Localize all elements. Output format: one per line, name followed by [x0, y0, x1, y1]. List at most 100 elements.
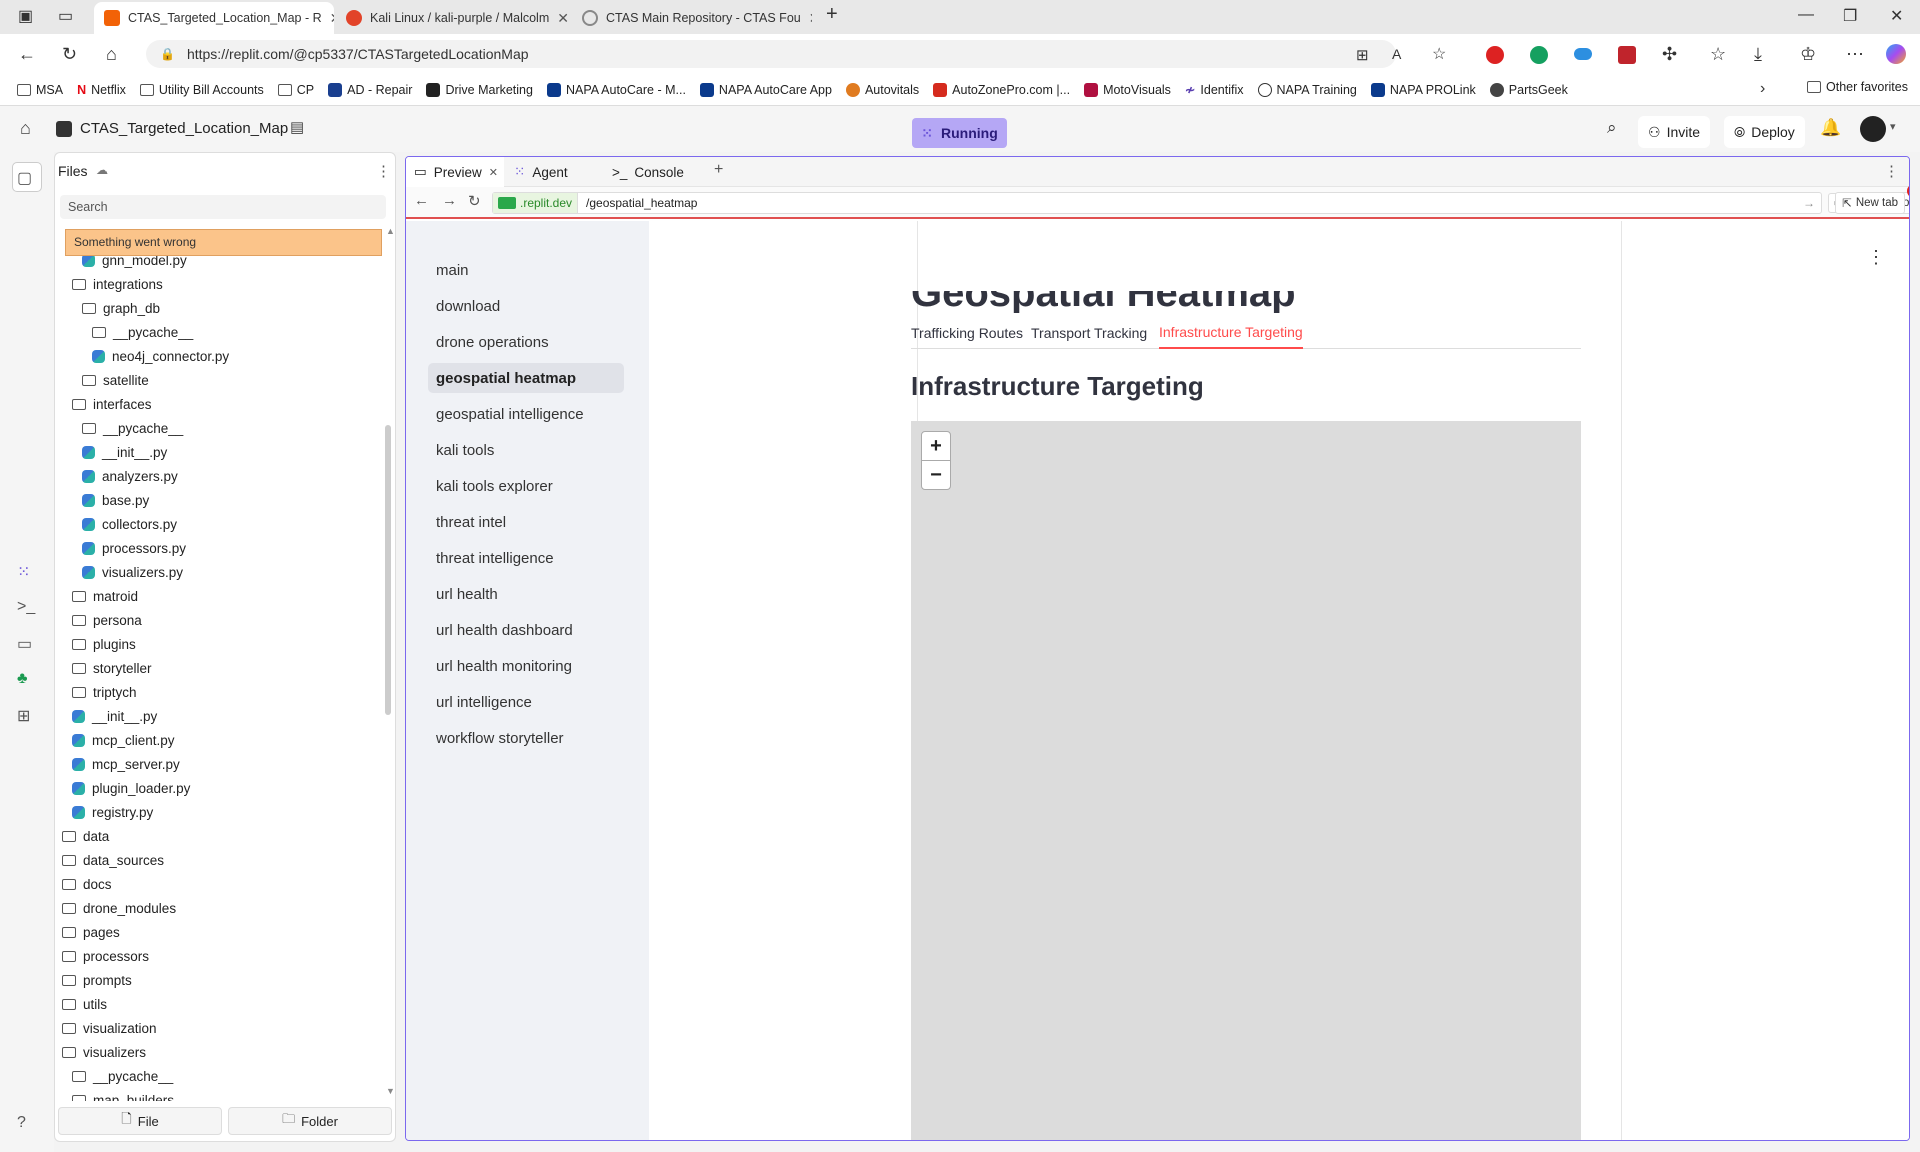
folder-item[interactable]: visualizers	[62, 1040, 146, 1064]
files-menu-icon[interactable]: ⋮	[376, 162, 391, 180]
folder-item[interactable]: pages	[62, 920, 120, 944]
nav-item[interactable]: url intelligence	[428, 687, 624, 717]
browser-tab-2[interactable]: CTAS Main Repository - CTAS Fou ✕	[572, 2, 812, 34]
bookmark-item[interactable]: NAPA AutoCare App	[693, 82, 839, 97]
pane-menu-icon[interactable]: ⋮	[1884, 162, 1899, 180]
nav-item[interactable]: url health dashboard	[428, 615, 624, 645]
nav-item[interactable]: threat intel	[428, 507, 624, 537]
folder-item[interactable]: visualization	[62, 1016, 157, 1040]
folder-item[interactable]: utils	[62, 992, 107, 1016]
favorite-star-icon[interactable]: ☆	[1432, 44, 1446, 64]
preview-icon[interactable]: ▭	[17, 634, 32, 654]
refresh-icon[interactable]: ↻	[62, 44, 77, 65]
folder-item[interactable]: processors	[62, 944, 149, 968]
more-icon[interactable]: ⋯	[1846, 44, 1864, 65]
file-item[interactable]: __init__.py	[82, 440, 167, 464]
agent-icon[interactable]: ⁙	[17, 562, 30, 582]
chevron-right-icon[interactable]: ›	[1760, 80, 1765, 98]
close-icon[interactable]: ✕	[330, 10, 334, 27]
bookmark-item[interactable]: NAPA Training	[1251, 82, 1364, 97]
all-tools-icon[interactable]: ⊞	[17, 706, 30, 726]
scroll-up-icon[interactable]: ▲	[386, 226, 395, 236]
nav-item[interactable]: url health	[428, 579, 624, 609]
chevron-down-icon[interactable]: ▾	[1890, 120, 1896, 133]
folder-item[interactable]: matroid	[72, 584, 138, 608]
nav-item[interactable]: threat intelligence	[428, 543, 624, 573]
back-icon[interactable]: ←	[414, 192, 429, 209]
downloads-icon[interactable]: ⤓	[1754, 44, 1762, 65]
file-item[interactable]: visualizers.py	[82, 560, 183, 584]
tab-agent[interactable]: ⁙ Agent	[506, 157, 602, 187]
new-folder-button[interactable]: 🗀 Folder	[228, 1107, 392, 1135]
content-tab[interactable]: Transport Tracking	[1031, 317, 1147, 349]
folder-item[interactable]: data_sources	[62, 848, 164, 872]
close-icon[interactable]: ✕	[809, 10, 812, 27]
folder-item[interactable]: __pycache__	[82, 416, 183, 440]
new-file-button[interactable]: 🗋 File	[58, 1107, 222, 1135]
other-favorites[interactable]: Other favorites	[1800, 80, 1915, 94]
folder-item[interactable]: docs	[62, 872, 112, 896]
forward-icon[interactable]: →	[442, 192, 457, 209]
favorites-icon[interactable]: ☆	[1710, 44, 1726, 65]
file-item[interactable]: registry.py	[72, 800, 153, 824]
map-container[interactable]: + −	[911, 421, 1581, 1140]
new-tab-button[interactable]: ⇱ New tab	[1835, 192, 1905, 214]
file-item[interactable]: processors.py	[82, 536, 186, 560]
folder-item[interactable]: interfaces	[72, 392, 152, 416]
console-icon[interactable]: >_	[17, 598, 35, 616]
go-icon[interactable]: →	[1803, 196, 1815, 210]
search-input[interactable]: Search	[60, 195, 386, 219]
folder-item[interactable]: satellite	[82, 368, 149, 392]
nav-item[interactable]: main	[428, 255, 624, 285]
preview-url-field[interactable]: .replit.dev /geospatial_heatmap →	[492, 192, 1822, 214]
bell-icon[interactable]: 🔔	[1820, 118, 1841, 138]
restore-icon[interactable]: ❐	[1843, 6, 1857, 26]
file-item[interactable]: base.py	[82, 488, 149, 512]
project-info-icon[interactable]: ▤	[290, 118, 304, 136]
folder-item[interactable]: prompts	[62, 968, 132, 992]
profile-icon[interactable]: ♔	[1800, 44, 1816, 65]
file-item[interactable]: __init__.py	[72, 704, 157, 728]
bookmark-item[interactable]: Drive Marketing	[419, 82, 540, 97]
grammarly-icon[interactable]	[1530, 46, 1548, 64]
search-icon[interactable]: ⌕	[1607, 118, 1617, 138]
bookmark-item[interactable]: NAPA PROLink	[1364, 82, 1483, 97]
refresh-icon[interactable]: ↻	[468, 192, 481, 210]
zoom-in-button[interactable]: +	[921, 431, 951, 461]
bookmark-item[interactable]: AD - Repair	[321, 82, 419, 97]
app-menu-icon[interactable]: ⋮	[1867, 247, 1885, 268]
close-icon[interactable]: ✕	[489, 166, 498, 179]
help-icon[interactable]: ?	[17, 1114, 26, 1132]
file-item[interactable]: neo4j_connector.py	[92, 344, 229, 368]
folder-item[interactable]: graph_db	[82, 296, 160, 320]
back-icon[interactable]: ←	[18, 44, 36, 65]
zoom-out-button[interactable]: −	[921, 460, 951, 490]
tab-console[interactable]: >_ Console	[604, 157, 700, 187]
close-window-icon[interactable]: ✕	[1890, 6, 1903, 26]
bookmark-item[interactable]: N Netflix	[70, 83, 133, 97]
folder-item[interactable]: plugins	[72, 632, 136, 656]
nav-item[interactable]: geospatial heatmap	[428, 363, 624, 393]
adblock-icon[interactable]	[1486, 46, 1504, 64]
nav-item[interactable]: url health monitoring	[428, 651, 624, 681]
folder-item[interactable]: storyteller	[72, 656, 152, 680]
folder-item[interactable]: __pycache__	[72, 1064, 173, 1088]
folder-item[interactable]: triptych	[72, 680, 137, 704]
file-item[interactable]: plugin_loader.py	[72, 776, 190, 800]
folder-item[interactable]: map_builders	[72, 1088, 174, 1101]
tab-actions-icon[interactable]: ▭	[58, 6, 73, 26]
extensions-icon[interactable]: ✣	[1662, 44, 1677, 65]
bookmark-item[interactable]: MSA	[10, 83, 70, 97]
deploy-button[interactable]: ⦾ Deploy	[1724, 116, 1805, 148]
folder-item[interactable]: integrations	[72, 272, 163, 296]
nav-item[interactable]: workflow storyteller	[428, 723, 624, 753]
folder-item[interactable]: data	[62, 824, 109, 848]
minimize-icon[interactable]: —	[1798, 6, 1814, 24]
bookmark-item[interactable]: MotoVisuals	[1077, 82, 1178, 97]
home-icon[interactable]: ⌂	[20, 118, 31, 139]
file-item[interactable]: mcp_server.py	[72, 752, 180, 776]
file-tree-scrollbar[interactable]	[385, 425, 391, 715]
url-field[interactable]: 🔒 https://replit.com/@cp5337/CTASTargete…	[146, 40, 1396, 68]
close-icon[interactable]: ✕	[557, 10, 569, 27]
new-tab-icon[interactable]: +	[826, 3, 838, 26]
